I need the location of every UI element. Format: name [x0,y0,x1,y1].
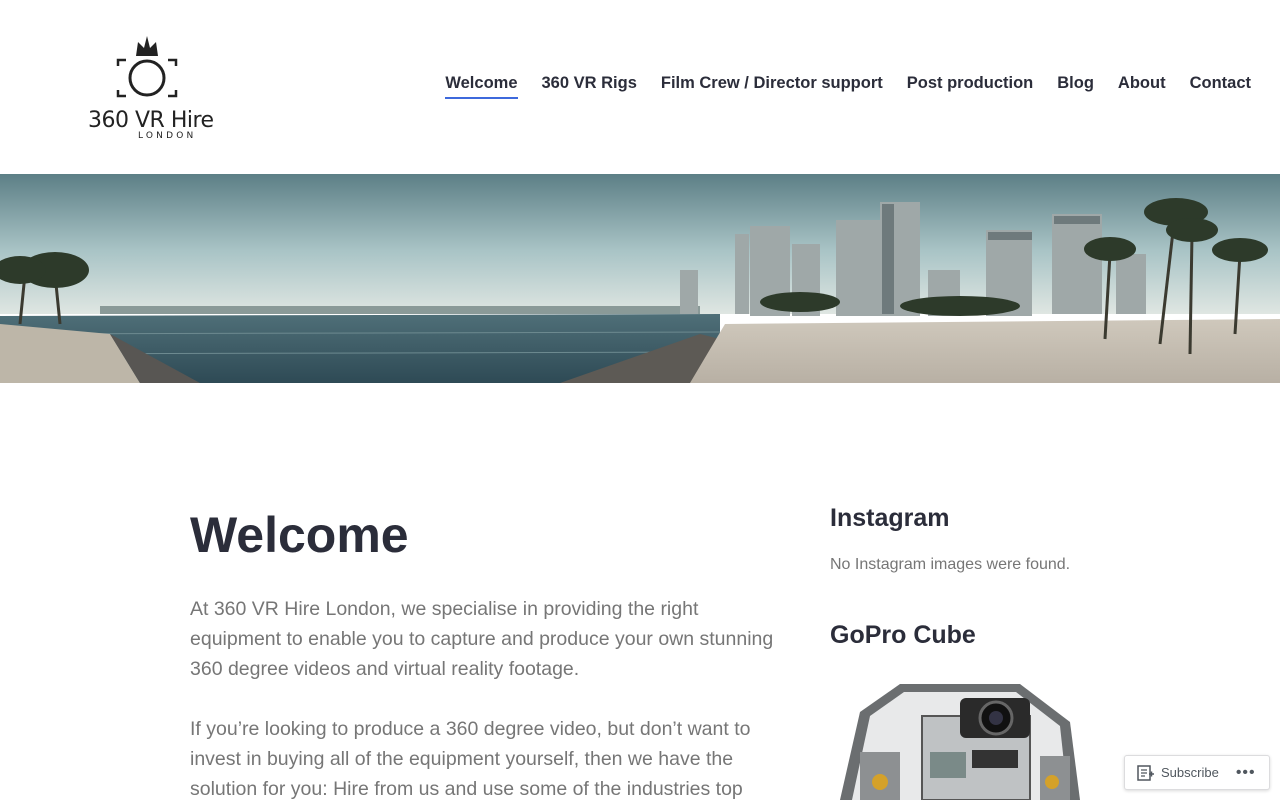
header-banner-image [0,174,1280,383]
page-title: Welcome [190,507,409,563]
logo-text: 360 VR Hire [88,108,214,133]
main-navigation: Welcome 360 VR Rigs Film Crew / Director… [421,74,1251,99]
entry-paragraph: At 360 VR Hire London, we specialise in … [190,598,774,680]
entry-paragraph: If you’re looking to produce a 360 degre… [190,718,751,800]
gopro-cube-image[interactable] [830,672,1090,800]
instagram-widget-text: No Instagram images were found. [830,556,1071,573]
instagram-widget-title: Instagram [830,504,950,532]
site-logo[interactable]: 360 VR Hire LONDON [82,32,218,144]
entry-content: At 360 VR Hire London, we specialise in … [190,594,780,800]
nav-item-film-crew[interactable]: Film Crew / Director support [661,74,883,99]
site-header: 360 VR Hire LONDON Welcome 360 VR Rigs F… [0,0,1280,174]
nav-item-welcome[interactable]: Welcome [445,74,518,99]
gopro-widget-title: GoPro Cube [830,621,976,649]
subscribe-button[interactable]: Subscribe [1161,765,1219,780]
logo-subtitle: LONDON [138,131,197,141]
more-options-icon[interactable]: ••• [1236,764,1256,782]
reader-subscribe-icon[interactable] [1137,764,1155,782]
nav-item-contact[interactable]: Contact [1190,74,1251,99]
subscribe-bar: Subscribe ••• [1124,755,1270,790]
camera-crown-icon [116,36,178,98]
nav-item-360-vr-rigs[interactable]: 360 VR Rigs [542,74,637,99]
nav-item-blog[interactable]: Blog [1057,74,1094,99]
nav-item-about[interactable]: About [1118,74,1166,99]
nav-item-post-production[interactable]: Post production [907,74,1034,99]
